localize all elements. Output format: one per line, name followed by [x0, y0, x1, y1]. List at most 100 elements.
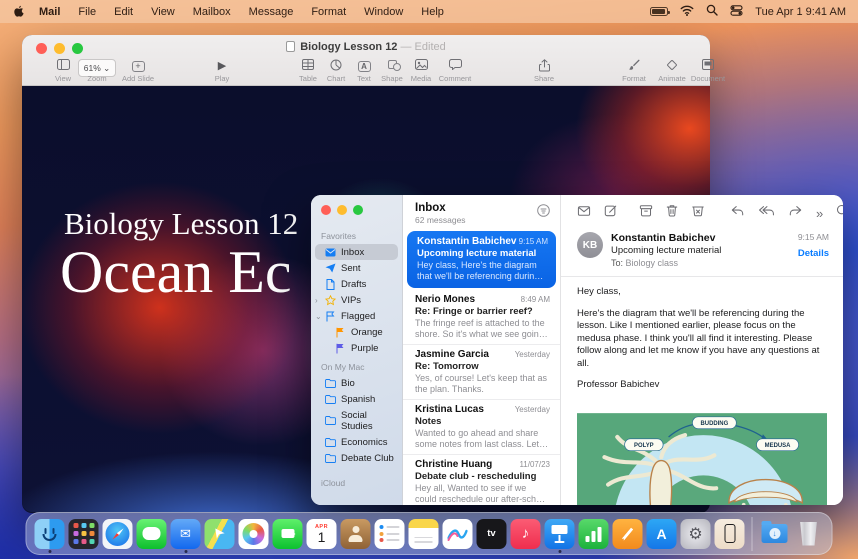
menu-bar-clock[interactable]: Tue Apr 1 9:41 AM: [755, 6, 846, 18]
wifi-icon[interactable]: [680, 5, 694, 19]
details-link[interactable]: Details: [798, 248, 829, 259]
menu-message[interactable]: Message: [240, 6, 303, 18]
notes-lines-icon: [415, 537, 433, 539]
message-row-selected[interactable]: Konstantin Babichev9:15 AM Upcoming lect…: [407, 231, 556, 288]
reply-icon[interactable]: [730, 204, 745, 222]
reply-all-icon[interactable]: [758, 204, 775, 222]
mail-traffic-lights: [311, 203, 402, 225]
menu-mail[interactable]: Mail: [30, 6, 69, 18]
close-button[interactable]: [321, 205, 331, 215]
dock-facetime[interactable]: [273, 519, 303, 549]
messages-bubble-icon: [143, 527, 161, 540]
dock-tv[interactable]: tv: [477, 519, 507, 549]
message-detail-pane: » KB Konstantin Babichev Upcoming lectur…: [561, 195, 843, 505]
launchpad-grid-icon: [81, 531, 86, 536]
junk-icon[interactable]: [691, 204, 705, 222]
dock-pages[interactable]: [613, 519, 643, 549]
forward-icon[interactable]: [788, 204, 803, 222]
dock-maps[interactable]: [205, 519, 235, 549]
dock-numbers[interactable]: [579, 519, 609, 549]
add-slide-icon: +: [132, 61, 145, 72]
status-icons: Tue Apr 1 9:41 AM: [650, 4, 846, 19]
sidebar-header-favorites: Favorites: [311, 225, 402, 244]
spotlight-search-icon[interactable]: [706, 4, 718, 19]
message-body: Hey class, Here's the diagram that we'll…: [561, 277, 843, 407]
menu-file[interactable]: File: [69, 6, 105, 18]
dock-launchpad[interactable]: [69, 519, 99, 549]
dock-notes[interactable]: [409, 519, 439, 549]
menu-format[interactable]: Format: [302, 6, 355, 18]
reminders-lines-icon: [380, 525, 384, 529]
message-row[interactable]: Kristina LucasYesterday Notes Wanted to …: [403, 400, 560, 455]
dock-music[interactable]: ♪: [511, 519, 541, 549]
sidebar-item-flagged[interactable]: ⌄ Flagged: [311, 308, 402, 324]
control-center-icon[interactable]: [730, 5, 743, 19]
sidebar-item-flag-orange[interactable]: Orange: [311, 324, 402, 340]
keynote-document-button[interactable]: Document: [682, 59, 734, 83]
sidebar-item-social-studies[interactable]: Social Studies: [311, 407, 402, 434]
apple-menu-icon[interactable]: [12, 5, 26, 19]
dock-app-store[interactable]: A: [647, 519, 677, 549]
sidebar-header-onmymac: On My Mac: [311, 356, 402, 375]
sidebar-item-flag-purple[interactable]: Purple: [311, 340, 402, 356]
search-icon[interactable]: [836, 204, 843, 222]
zoom-window-button[interactable]: [353, 205, 363, 215]
trash-icon[interactable]: [666, 204, 678, 222]
dock-trash[interactable]: [794, 519, 824, 549]
keynote-comment-button[interactable]: Comment: [429, 59, 481, 83]
avatar: KB: [577, 232, 603, 258]
more-actions-icon[interactable]: »: [816, 206, 823, 221]
keynote-play-button[interactable]: ▶ Play: [196, 59, 248, 83]
dock-iphone-mirroring[interactable]: [715, 519, 745, 549]
compose-icon[interactable]: [604, 204, 617, 222]
downloads-folder-icon: ↓: [762, 524, 788, 543]
medusa-label: MEDUSA: [765, 443, 791, 449]
sidebar-item-bio[interactable]: Bio: [311, 375, 402, 391]
message-row[interactable]: Jasmine GarciaYesterday Re: Tomorrow Yes…: [403, 345, 560, 400]
sidebar-item-sent[interactable]: Sent: [311, 260, 402, 276]
sidebar-item-drafts[interactable]: Drafts: [311, 276, 402, 292]
recipient-line: To: Biology class: [611, 258, 798, 268]
menu-view[interactable]: View: [142, 6, 184, 18]
dock-messages[interactable]: [137, 519, 167, 549]
sidebar-item-inbox[interactable]: Inbox: [315, 244, 398, 260]
dock-keynote[interactable]: [545, 519, 575, 549]
sidebar-item-spanish[interactable]: Spanish: [311, 391, 402, 407]
dock-safari[interactable]: [103, 519, 133, 549]
sidebar-item-economics[interactable]: Economics: [311, 434, 402, 450]
get-mail-icon[interactable]: [577, 204, 591, 222]
dock-system-settings[interactable]: ⚙: [681, 519, 711, 549]
battery-icon[interactable]: [650, 7, 668, 16]
vips-star-icon: [325, 295, 336, 306]
dock-contacts[interactable]: [341, 519, 371, 549]
sidebar-item-vips[interactable]: › VIPs: [311, 292, 402, 308]
dock-calendar[interactable]: APR1: [307, 519, 337, 549]
minimize-button[interactable]: [337, 205, 347, 215]
message-row[interactable]: Nerio Mones8:49 AM Re: Fringe or barrier…: [403, 290, 560, 345]
message-row[interactable]: Christine Huang11/07/23 Debate club - re…: [403, 455, 560, 505]
menu-edit[interactable]: Edit: [105, 6, 142, 18]
filter-icon[interactable]: [537, 204, 550, 222]
archive-icon[interactable]: [639, 204, 653, 222]
dock-finder[interactable]: [35, 519, 65, 549]
drafts-icon: [325, 279, 336, 290]
sidebar-header-smart-mailboxes[interactable]: Smart Mailboxes: [311, 499, 402, 505]
sidebar-item-debate-club[interactable]: Debate Club: [311, 450, 402, 466]
keynote-add-slide-button[interactable]: + Add Slide: [112, 59, 164, 83]
dock-freeform[interactable]: [443, 519, 473, 549]
mailbox-title: Inbox: [415, 202, 550, 214]
menu-mailbox[interactable]: Mailbox: [184, 6, 240, 18]
dock-mail[interactable]: ✉: [171, 519, 201, 549]
menu-window[interactable]: Window: [355, 6, 412, 18]
contacts-person-icon: [348, 526, 364, 542]
dock-photos[interactable]: [239, 519, 269, 549]
chevron-down-icon[interactable]: ⌄: [315, 312, 322, 321]
menu-help[interactable]: Help: [412, 6, 453, 18]
menu-bar: Mail File Edit View Mailbox Message Form…: [0, 0, 858, 23]
edited-label: — Edited: [401, 41, 446, 53]
keynote-share-button[interactable]: Share: [518, 59, 570, 83]
sidebar-header-icloud[interactable]: iCloud: [311, 472, 402, 491]
dock-downloads[interactable]: ↓: [760, 519, 790, 549]
chevron-right-icon[interactable]: ›: [315, 296, 318, 305]
dock-reminders[interactable]: [375, 519, 405, 549]
